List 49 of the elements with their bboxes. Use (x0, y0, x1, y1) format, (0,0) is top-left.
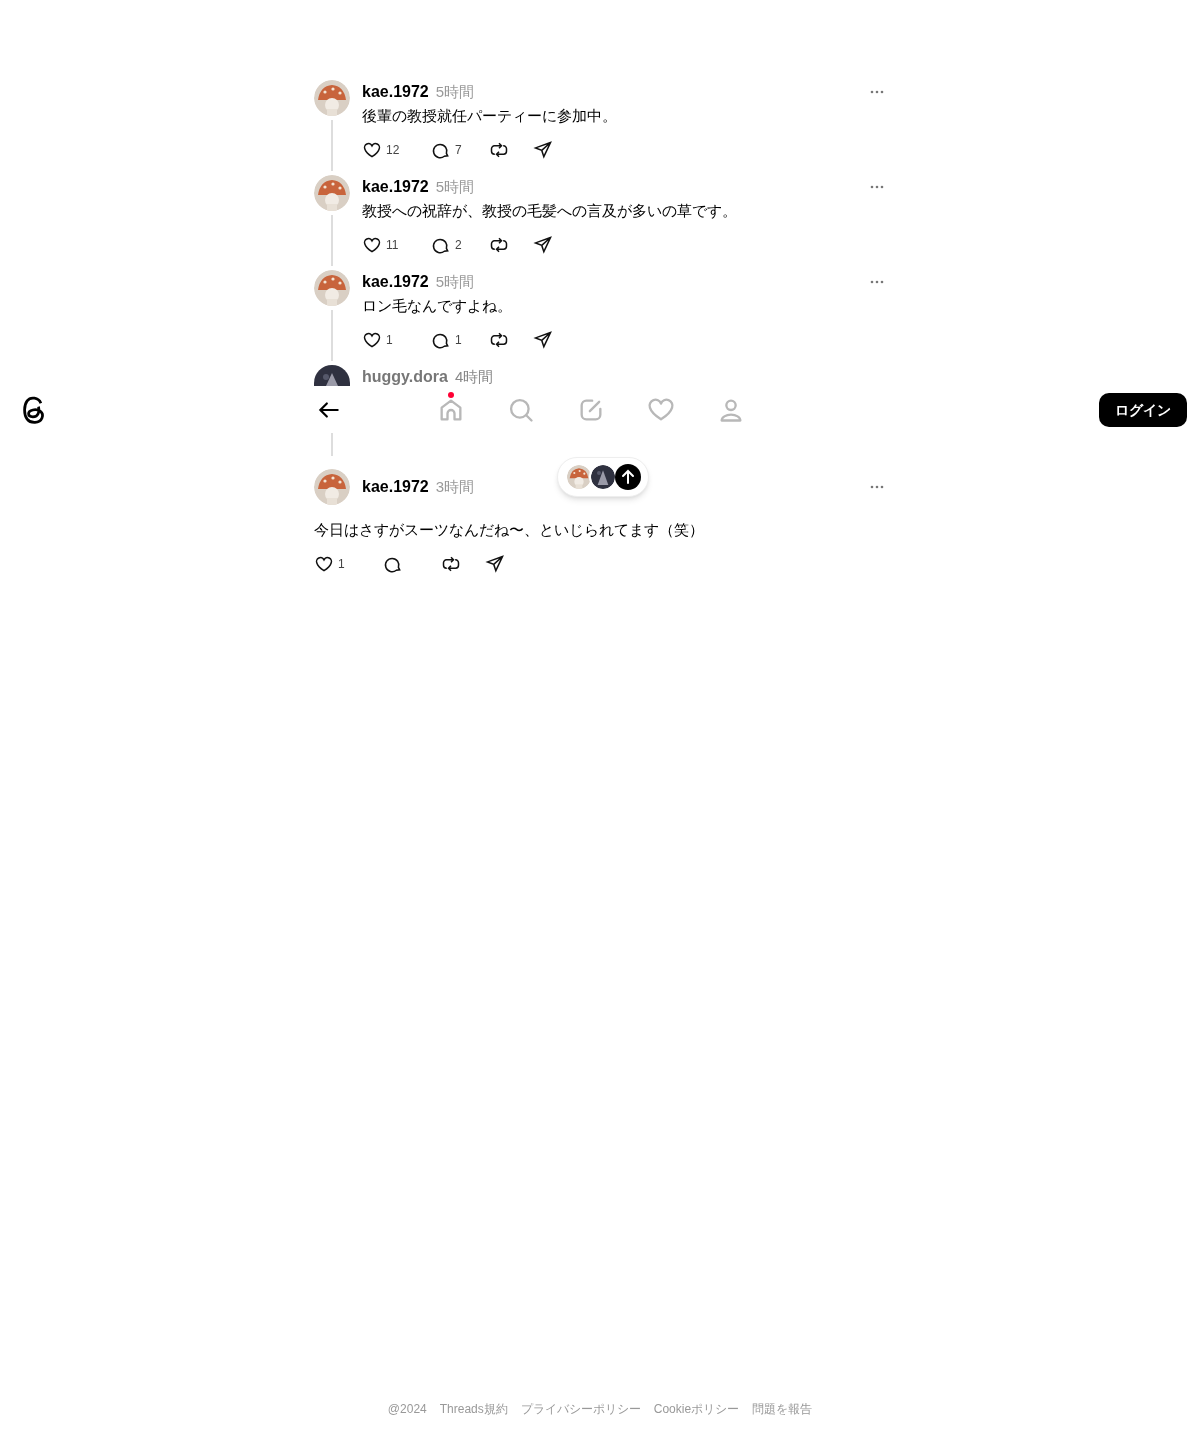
share-icon[interactable] (485, 553, 505, 574)
repost-icon[interactable] (489, 235, 509, 255)
post-time: 3時間 (435, 476, 475, 497)
repost-icon[interactable] (489, 330, 509, 350)
like-count: 12 (386, 142, 400, 159)
heart-icon[interactable] (362, 140, 382, 160)
more-icon[interactable] (870, 90, 884, 94)
avatar (591, 465, 615, 489)
post-time: 5時間 (435, 176, 475, 197)
post-time: 5時間 (435, 81, 475, 102)
post-text: ロン毛なんですよね。 (362, 296, 513, 316)
more-icon[interactable] (870, 280, 884, 284)
avatar (314, 270, 350, 306)
like-count: 1 (386, 332, 393, 349)
share-icon[interactable] (533, 330, 553, 350)
post-text: 後輩の教授就任パーティーに参加中。 (362, 106, 618, 126)
login-button[interactable]: ログイン (1099, 393, 1187, 427)
username[interactable]: kae.1972 (362, 175, 429, 199)
post-text: 教授への祝辞が、教授の毛髪への言及が多いの草です。 (362, 201, 738, 221)
share-icon[interactable] (533, 140, 553, 160)
post-time: 4時間 (454, 366, 494, 387)
like-count: 1 (338, 555, 345, 573)
avatar (314, 175, 350, 211)
repost-icon[interactable] (489, 140, 509, 160)
username[interactable]: kae.1972 (362, 80, 429, 104)
username[interactable]: kae.1972 (362, 270, 429, 294)
more-icon[interactable] (870, 485, 884, 489)
avatar (314, 469, 350, 505)
footer-link[interactable]: Cookieポリシー (653, 1400, 740, 1418)
footer-link[interactable]: プライバシーポリシー (520, 1400, 641, 1418)
username[interactable]: huggy.dora (362, 365, 448, 389)
footer-link[interactable]: 問題を報告 (752, 1400, 813, 1418)
like-count: 11 (386, 237, 399, 254)
heart-icon[interactable] (362, 235, 382, 255)
heart-icon[interactable] (362, 330, 382, 350)
reply-count: 2 (455, 237, 462, 254)
more-icon[interactable] (870, 185, 884, 189)
avatar (314, 365, 350, 386)
new-posts-pill[interactable] (557, 457, 649, 497)
avatar (567, 465, 591, 489)
reply-count: 7 (455, 142, 462, 159)
reply-count: 1 (455, 332, 462, 349)
avatar (314, 80, 350, 116)
post-time: 5時間 (435, 271, 475, 292)
footer-link[interactable]: @2024 (387, 1400, 427, 1418)
share-icon[interactable] (533, 235, 553, 255)
username[interactable]: kae.1972 (362, 475, 429, 499)
post-text: 今日はさすがスーツなんだね〜、といじられてます（笑） (314, 520, 705, 540)
footer-link[interactable]: Threads規約 (439, 1400, 508, 1418)
